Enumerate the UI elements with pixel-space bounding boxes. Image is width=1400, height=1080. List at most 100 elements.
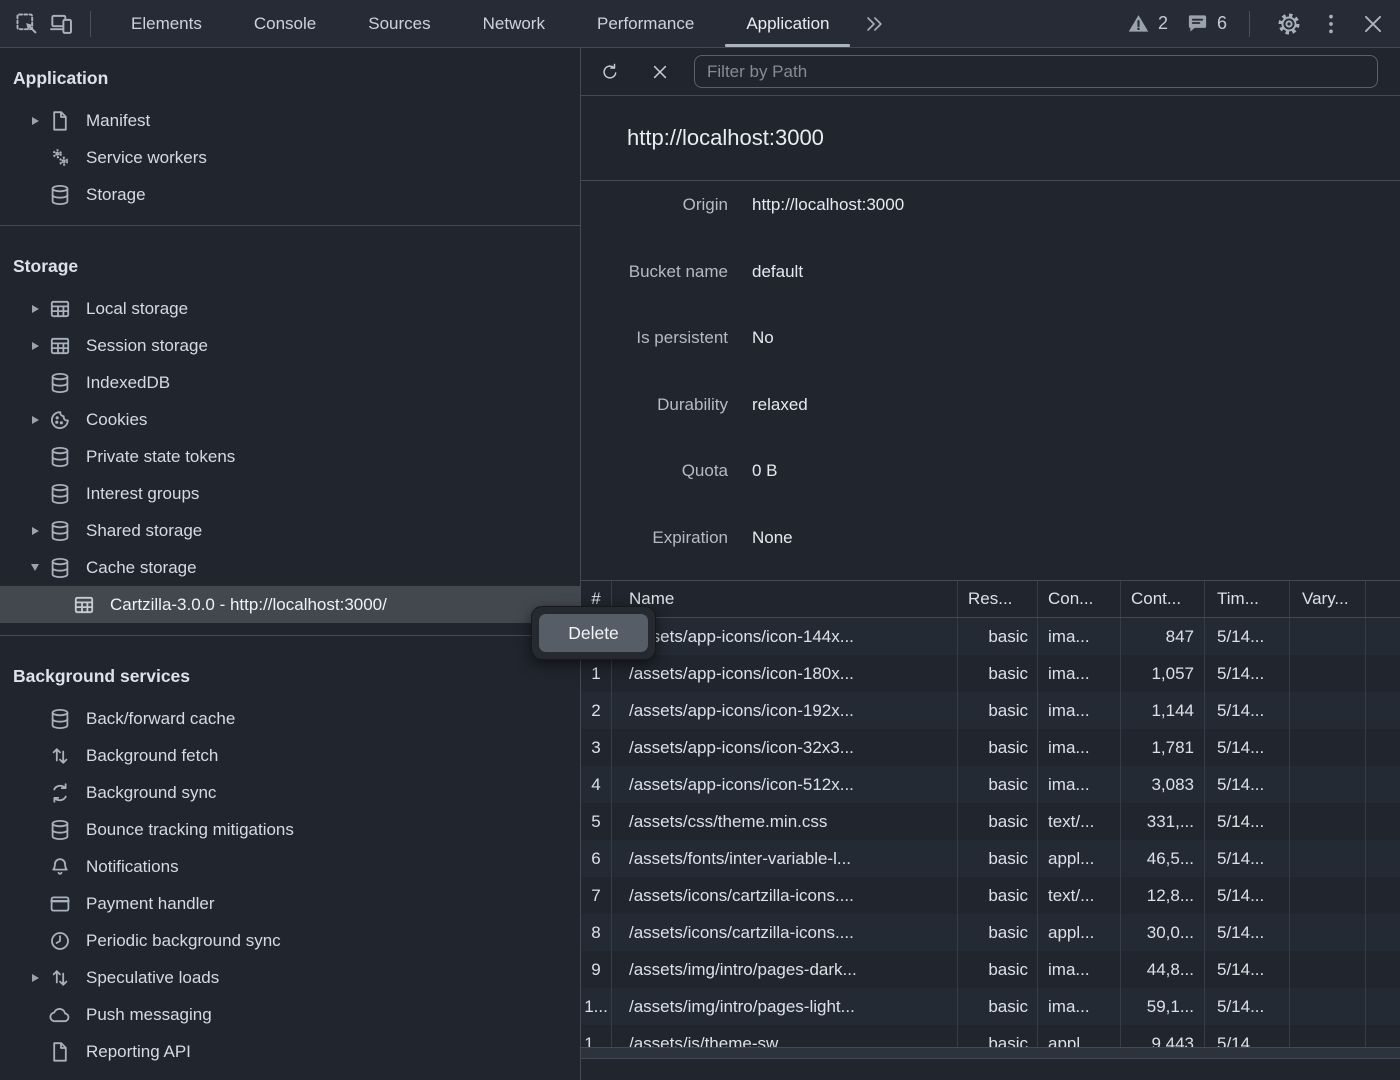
sidebar-item-speculative-loads[interactable]: Speculative loads bbox=[0, 959, 580, 996]
context-menu-item-delete[interactable]: Delete bbox=[539, 614, 648, 652]
refresh-button[interactable] bbox=[596, 58, 624, 86]
table-cell: /assets/icons/cartzilla-icons.... bbox=[612, 877, 958, 914]
table-row[interactable]: 1.../assets/js/theme-sw...basicappl...9,… bbox=[581, 1025, 1400, 1047]
detail-label: Expiration bbox=[581, 528, 728, 548]
expander-collapsed-icon[interactable] bbox=[27, 959, 43, 996]
table-cell: /assets/app-icons/icon-32x3... bbox=[612, 729, 958, 766]
detail-row-bucket-name: Bucket namedefault bbox=[581, 249, 1400, 316]
table-cell: ima... bbox=[1038, 766, 1121, 803]
sidebar-item-session-storage[interactable]: Session storage bbox=[0, 327, 580, 364]
table-row[interactable]: 0/assets/app-icons/icon-144x...basicima.… bbox=[581, 618, 1400, 655]
database-icon bbox=[48, 445, 72, 469]
expander-spacer bbox=[27, 885, 43, 922]
table-cell bbox=[1290, 729, 1366, 766]
sidebar-item-label: Local storage bbox=[86, 299, 188, 319]
table-cell: /assets/app-icons/icon-144x... bbox=[612, 618, 958, 655]
warning-badge[interactable]: 2 bbox=[1127, 12, 1168, 35]
gear-button[interactable] bbox=[1272, 7, 1306, 41]
tab-network[interactable]: Network bbox=[457, 0, 571, 47]
expander-collapsed-icon[interactable] bbox=[27, 512, 43, 549]
sidebar-item-back-forward-cache[interactable]: Back/forward cache bbox=[0, 700, 580, 737]
message-badge[interactable]: 6 bbox=[1186, 12, 1227, 35]
sidebar-item-cache-storage[interactable]: Cache storage bbox=[0, 549, 580, 586]
cache-entries-table: #NameRes...Con...Cont...Tim...Vary... 0/… bbox=[581, 581, 1400, 1047]
close-button[interactable] bbox=[1356, 7, 1390, 41]
table-row[interactable]: 2/assets/app-icons/icon-192x...basicima.… bbox=[581, 692, 1400, 729]
sidebar-item-bounce-tracking-mitigations[interactable]: Bounce tracking mitigations bbox=[0, 811, 580, 848]
sidebar-item-cookies[interactable]: Cookies bbox=[0, 401, 580, 438]
sidebar-item-label: Cache storage bbox=[86, 558, 197, 578]
table-row[interactable]: 7/assets/icons/cartzilla-icons....basict… bbox=[581, 877, 1400, 914]
tab-elements[interactable]: Elements bbox=[105, 0, 228, 47]
sidebar-item-private-state-tokens[interactable]: Private state tokens bbox=[0, 438, 580, 475]
table-row[interactable]: 8/assets/icons/cartzilla-icons....basica… bbox=[581, 914, 1400, 951]
column-header-cont[interactable]: Cont... bbox=[1121, 581, 1205, 617]
table-cell bbox=[1290, 766, 1366, 803]
device-toolbar-button[interactable] bbox=[44, 7, 78, 41]
sidebar-item-service-workers[interactable]: Service workers bbox=[0, 139, 580, 176]
preview-pane bbox=[581, 1059, 1400, 1080]
kebab-button[interactable] bbox=[1314, 7, 1348, 41]
sidebar-item-reporting-api[interactable]: Reporting API bbox=[0, 1033, 580, 1070]
expander-collapsed-icon[interactable] bbox=[27, 290, 43, 327]
sidebar-item-background-sync[interactable]: Background sync bbox=[0, 774, 580, 811]
tab-performance[interactable]: Performance bbox=[571, 0, 720, 47]
expander-spacer bbox=[27, 811, 43, 848]
sidebar-item-local-storage[interactable]: Local storage bbox=[0, 290, 580, 327]
sidebar-item-storage[interactable]: Storage bbox=[0, 176, 580, 213]
table-cell: basic bbox=[958, 655, 1038, 692]
expander-collapsed-icon[interactable] bbox=[27, 401, 43, 438]
table-cell: appl... bbox=[1038, 840, 1121, 877]
table-cell: 5 bbox=[581, 803, 612, 840]
sidebar-item-indexeddb[interactable]: IndexedDB bbox=[0, 364, 580, 401]
table-cell: basic bbox=[958, 803, 1038, 840]
detail-row-expiration: Expiration None bbox=[581, 515, 1400, 582]
expander-collapsed-icon[interactable] bbox=[27, 327, 43, 364]
expander-expanded-icon[interactable] bbox=[27, 549, 43, 586]
sidebar-section-application: ApplicationManifestService workersStorag… bbox=[0, 48, 580, 226]
detail-value: None bbox=[752, 528, 793, 548]
table-icon bbox=[72, 593, 96, 617]
clear-button[interactable] bbox=[646, 58, 674, 86]
table-row[interactable]: 6/assets/fonts/inter-variable-l...basica… bbox=[581, 840, 1400, 877]
more-tabs-button[interactable] bbox=[857, 7, 891, 41]
inspect-button[interactable] bbox=[10, 7, 44, 41]
table-row[interactable]: 3/assets/app-icons/icon-32x3...basicima.… bbox=[581, 729, 1400, 766]
column-header-res[interactable]: Res... bbox=[958, 581, 1038, 617]
sidebar-item-manifest[interactable]: Manifest bbox=[0, 102, 580, 139]
table-cell: /assets/fonts/inter-variable-l... bbox=[612, 840, 958, 877]
table-row[interactable]: 5/assets/css/theme.min.cssbasictext/...3… bbox=[581, 803, 1400, 840]
sidebar-item-shared-storage[interactable]: Shared storage bbox=[0, 512, 580, 549]
sidebar-item-cartzilla-3-0-0-http-localhost-3000[interactable]: Cartzilla-3.0.0 - http://localhost:3000/ bbox=[0, 586, 580, 623]
table-cell bbox=[1290, 618, 1366, 655]
table-row[interactable]: 1.../assets/img/intro/pages-light...basi… bbox=[581, 988, 1400, 1025]
sidebar-item-background-fetch[interactable]: Background fetch bbox=[0, 737, 580, 774]
expander-collapsed-icon[interactable] bbox=[27, 102, 43, 139]
table-cell: 5/14... bbox=[1205, 766, 1290, 803]
tab-application[interactable]: Application bbox=[720, 0, 855, 47]
table-cell: 44,8... bbox=[1121, 951, 1205, 988]
column-header-con[interactable]: Con... bbox=[1038, 581, 1121, 617]
application-sidebar: ApplicationManifestService workersStorag… bbox=[0, 48, 581, 1080]
column-header-vary[interactable]: Vary... bbox=[1290, 581, 1366, 617]
table-row[interactable]: 1/assets/app-icons/icon-180x...basicima.… bbox=[581, 655, 1400, 692]
sidebar-item-interest-groups[interactable]: Interest groups bbox=[0, 475, 580, 512]
table-cell: 5/14... bbox=[1205, 988, 1290, 1025]
sidebar-item-notifications[interactable]: Notifications bbox=[0, 848, 580, 885]
table-row[interactable]: 9/assets/img/intro/pages-dark...basicima… bbox=[581, 951, 1400, 988]
sidebar-item-push-messaging[interactable]: Push messaging bbox=[0, 996, 580, 1033]
sidebar-item-periodic-background-sync[interactable]: Periodic background sync bbox=[0, 922, 580, 959]
column-header-name[interactable]: Name bbox=[612, 581, 958, 617]
sidebar-item-label: Speculative loads bbox=[86, 968, 219, 988]
table-cell: basic bbox=[958, 877, 1038, 914]
expander-spacer bbox=[27, 176, 43, 213]
table-row[interactable]: 4/assets/app-icons/icon-512x...basicima.… bbox=[581, 766, 1400, 803]
tab-console[interactable]: Console bbox=[228, 0, 342, 47]
horizontal-scrollbar[interactable] bbox=[581, 1047, 1400, 1059]
tab-sources[interactable]: Sources bbox=[342, 0, 456, 47]
filter-by-path-input[interactable] bbox=[694, 55, 1378, 88]
column-header-tim[interactable]: Tim... bbox=[1205, 581, 1290, 617]
sidebar-item-payment-handler[interactable]: Payment handler bbox=[0, 885, 580, 922]
database-icon bbox=[48, 371, 72, 395]
table-cell: 1... bbox=[581, 1025, 612, 1047]
